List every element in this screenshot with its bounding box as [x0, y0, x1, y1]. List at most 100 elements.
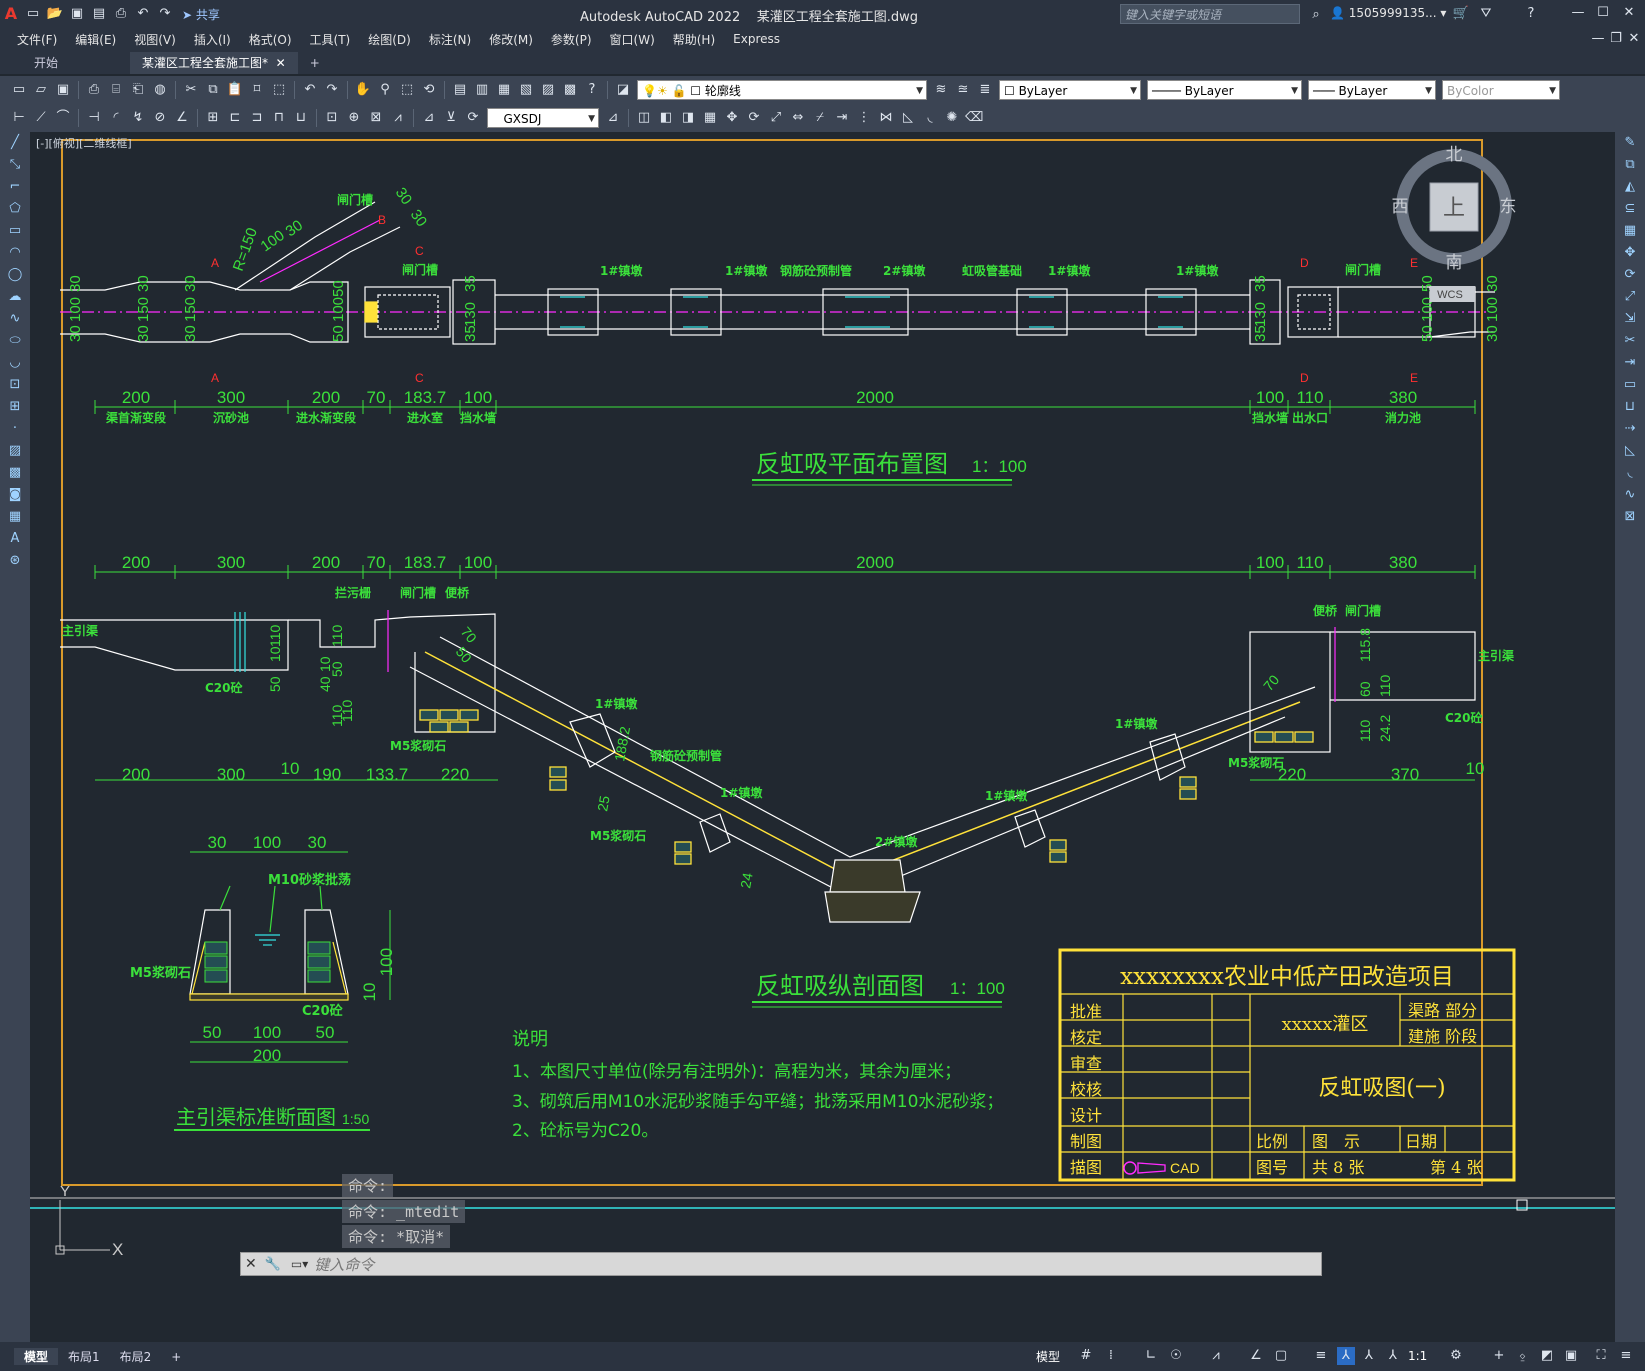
menu-edit[interactable]: 编辑(E): [75, 31, 116, 48]
insert-block-icon[interactable]: ⊡: [6, 376, 24, 394]
drawing-canvas[interactable]: 200 300 200 70 183.7 100 2000 100 110 38…: [30, 132, 1615, 1342]
print-icon[interactable]: ⎙: [112, 5, 130, 23]
matchprop-icon[interactable]: ⌑: [248, 81, 266, 99]
dim-radius-icon[interactable]: ◜: [107, 109, 125, 127]
chamfer-tool-icon[interactable]: ◺: [1621, 442, 1639, 460]
publish-icon[interactable]: ⎗: [129, 81, 147, 99]
new-icon[interactable]: ▭: [24, 5, 42, 23]
stretch-icon[interactable]: ⇔: [789, 109, 807, 127]
menu-window[interactable]: 窗口(W): [610, 31, 655, 48]
menu-file[interactable]: 文件(F): [17, 31, 57, 48]
rotate-icon[interactable]: ⟳: [745, 109, 763, 127]
dim-continue-icon[interactable]: ⊐: [248, 109, 266, 127]
command-customize-icon[interactable]: 🔧: [265, 1257, 281, 1272]
cut-icon[interactable]: ✂: [182, 81, 200, 99]
stretch-tool-icon[interactable]: ⇲: [1621, 310, 1639, 328]
explode-tool-icon[interactable]: ⊠: [1621, 508, 1639, 526]
dim-diameter-icon[interactable]: ⊘: [151, 109, 169, 127]
properties-icon[interactable]: ▤: [451, 81, 469, 99]
search-icon[interactable]: ⌕: [1307, 6, 1325, 24]
autodesk-icon[interactable]: ⛛: [1477, 5, 1495, 23]
break-tool-icon[interactable]: ⊔: [1621, 398, 1639, 416]
minimize-icon[interactable]: —: [1569, 4, 1587, 22]
chamfer-icon[interactable]: ◺: [899, 109, 917, 127]
close-icon[interactable]: ✕: [1620, 4, 1638, 22]
lineweight-icon[interactable]: ≡: [1312, 1347, 1330, 1365]
dim-angular-icon[interactable]: ∠: [173, 109, 191, 127]
zoom-realtime-icon[interactable]: ⚲: [376, 81, 394, 99]
plotstyle-dropdown[interactable]: ByColor ▼: [1442, 80, 1560, 100]
tab-layout2[interactable]: 布局2: [110, 1348, 162, 1365]
save-icon[interactable]: ▣: [68, 5, 86, 23]
cart-icon[interactable]: 🛒: [1452, 5, 1470, 23]
tolerance-icon[interactable]: ⊡: [323, 109, 341, 127]
dim-text-edit-icon[interactable]: ⊻: [442, 109, 460, 127]
mtext-icon[interactable]: A: [6, 530, 24, 548]
wcs-label[interactable]: WCS: [1437, 289, 1463, 301]
break-point-icon[interactable]: ▭: [1621, 376, 1639, 394]
command-input[interactable]: 键入命令: [314, 1254, 374, 1275]
mirror-tool-icon[interactable]: ◭: [1621, 178, 1639, 196]
menu-tools[interactable]: 工具(T): [310, 31, 351, 48]
quick-dim-icon[interactable]: ⊞: [204, 109, 222, 127]
erase-icon[interactable]: ⌫: [965, 109, 983, 127]
doc-close-icon[interactable]: ✕: [1625, 30, 1643, 48]
move-icon[interactable]: ✥: [723, 109, 741, 127]
layer-state-icon[interactable]: ≣: [976, 81, 994, 99]
save-file-icon[interactable]: ▣: [54, 81, 72, 99]
undo-icon[interactable]: ↶: [134, 5, 152, 23]
circle-icon[interactable]: ◯: [6, 266, 24, 284]
viewcube-east[interactable]: 东: [1500, 197, 1517, 217]
menu-express[interactable]: Express: [733, 32, 780, 46]
extend-icon[interactable]: ⇥: [833, 109, 851, 127]
region-icon[interactable]: ◙: [6, 486, 24, 504]
make-current-icon[interactable]: ≋: [932, 81, 950, 99]
qnew-icon[interactable]: ▭: [10, 81, 28, 99]
dim-linear-icon[interactable]: ⊢: [10, 109, 28, 127]
isolate-icon[interactable]: ⍚: [1514, 1347, 1532, 1365]
rectangle-icon[interactable]: ▭: [6, 222, 24, 240]
arc-icon[interactable]: ◠: [6, 244, 24, 262]
erase-tool-icon[interactable]: ✎: [1621, 134, 1639, 152]
viewcube-south[interactable]: 南: [1446, 253, 1463, 273]
linetype-dropdown[interactable]: ──── ByLayer ▼: [1147, 80, 1302, 100]
table-icon[interactable]: ▦: [6, 508, 24, 526]
line-icon[interactable]: ╱: [6, 134, 24, 152]
gradient-icon[interactable]: ▩: [6, 464, 24, 482]
grid-icon[interactable]: #: [1077, 1347, 1095, 1365]
undo-tool-icon[interactable]: ↶: [301, 81, 319, 99]
menu-modify[interactable]: 修改(M): [489, 31, 533, 48]
open-icon[interactable]: 📂: [46, 5, 64, 23]
fillet-tool-icon[interactable]: ◟: [1621, 464, 1639, 482]
command-close-icon[interactable]: ✕: [245, 1256, 257, 1272]
customize-icon[interactable]: ≡: [1617, 1347, 1635, 1365]
ortho-icon[interactable]: ∟: [1142, 1347, 1160, 1365]
revcloud-icon[interactable]: ☁: [6, 288, 24, 306]
hardware-accel-icon[interactable]: ◩: [1538, 1347, 1556, 1365]
viewcube-top[interactable]: 上: [1443, 196, 1465, 221]
otrack-icon[interactable]: ∠: [1247, 1347, 1265, 1365]
point-icon[interactable]: ·: [6, 420, 24, 438]
dimstyle-dropdown[interactable]: GXSDJ ▼: [487, 108, 599, 128]
hatch-icon[interactable]: ▨: [6, 442, 24, 460]
lineweight-dropdown[interactable]: ─── ByLayer ▼: [1308, 80, 1436, 100]
dim-update-icon[interactable]: ⟳: [464, 109, 482, 127]
maximize-icon[interactable]: ☐: [1594, 4, 1612, 22]
help-icon[interactable]: ?: [1522, 5, 1540, 23]
tab-drawing[interactable]: 某灌区工程全套施工图* ✕: [130, 52, 298, 74]
offset-tool-icon[interactable]: ⊆: [1621, 200, 1639, 218]
dim-jogged-icon[interactable]: ↯: [129, 109, 147, 127]
viewcube-west[interactable]: 西: [1392, 197, 1409, 217]
dim-break-icon[interactable]: ⊔: [292, 109, 310, 127]
doc-restore-icon[interactable]: ❐: [1607, 30, 1625, 48]
add-selected-icon[interactable]: ⊛: [6, 552, 24, 570]
layer-manager-icon[interactable]: ◪: [614, 81, 632, 99]
user-account[interactable]: 👤 1505999135... ▾: [1330, 6, 1446, 20]
blend-icon[interactable]: ∿: [1621, 486, 1639, 504]
copy-obj-icon[interactable]: ◫: [635, 109, 653, 127]
osnap-icon[interactable]: ▢: [1272, 1347, 1290, 1365]
spline-icon[interactable]: ∿: [6, 310, 24, 328]
pan-icon[interactable]: ✋: [354, 81, 372, 99]
extend-tool-icon[interactable]: ⇥: [1621, 354, 1639, 372]
preview-icon[interactable]: ⌸: [107, 81, 125, 99]
